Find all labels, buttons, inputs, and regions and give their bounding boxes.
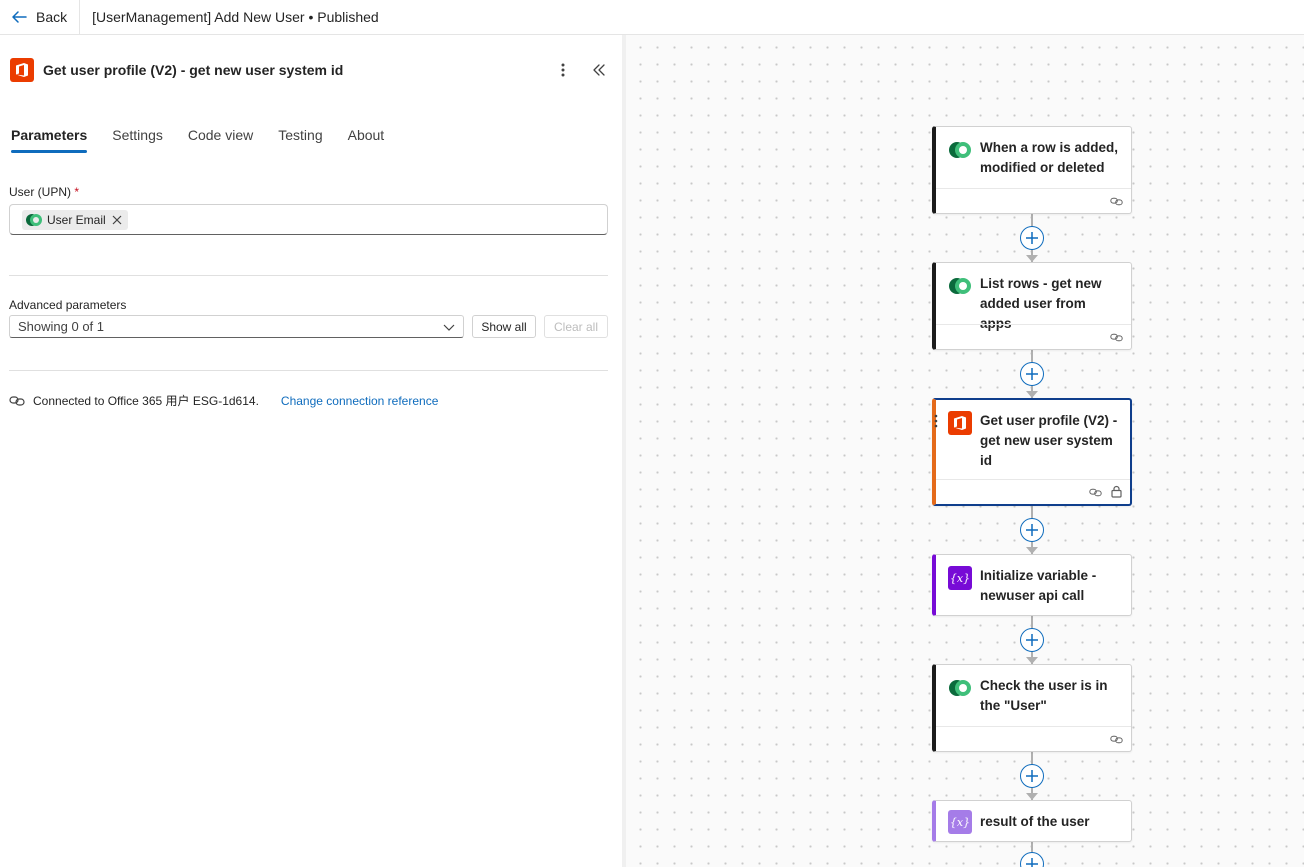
dataverse-icon (949, 680, 971, 696)
add-step-button[interactable] (1020, 628, 1044, 652)
user-upn-label: User (UPN) * (9, 185, 79, 199)
flow-node-result-of-user[interactable]: {x} result of the user (932, 800, 1132, 842)
advanced-parameters-dropdown[interactable]: Showing 0 of 1 (9, 315, 464, 338)
dataverse-icon (26, 213, 42, 226)
action-details-panel: Get user profile (V2) - get new user sys… (0, 35, 622, 867)
plus-icon (1026, 368, 1038, 380)
link-icon (9, 395, 25, 406)
arrow-head (1026, 657, 1038, 664)
change-connection-link[interactable]: Change connection reference (281, 394, 438, 408)
add-step-button[interactable] (1020, 226, 1044, 250)
link-icon (1089, 488, 1102, 497)
plus-icon (1026, 634, 1038, 646)
panel-header: Get user profile (V2) - get new user sys… (10, 57, 614, 83)
arrow-head (1026, 547, 1038, 554)
panel-title: Get user profile (V2) - get new user sys… (43, 62, 344, 78)
link-icon (1110, 735, 1123, 744)
add-step-button[interactable] (1020, 362, 1044, 386)
show-all-button[interactable]: Show all (472, 315, 536, 338)
node-footer (936, 188, 1131, 213)
node-footer (936, 726, 1131, 751)
node-title: result of the user (980, 814, 1090, 829)
flow-node-trigger[interactable]: When a row is added, modified or deleted (932, 126, 1132, 214)
flow-node-list-rows[interactable]: List rows - get new added user from apps (932, 262, 1132, 350)
add-step-button[interactable] (1020, 518, 1044, 542)
flow-node-check-user[interactable]: Check the user is in the "User" (932, 664, 1132, 752)
variable-icon: {x} (948, 566, 972, 590)
node-title: Initialize variable - newuser api call (980, 568, 1097, 603)
required-mark: * (74, 185, 80, 199)
tab-testing[interactable]: Testing (278, 127, 322, 153)
node-title: Check the user is in the "User" (980, 678, 1108, 713)
add-step-button[interactable] (1020, 764, 1044, 788)
dataverse-icon (949, 142, 971, 158)
link-icon (1110, 197, 1123, 206)
plus-icon (1026, 524, 1038, 536)
arrow-head (1026, 255, 1038, 262)
node-title: When a row is added, modified or deleted (980, 140, 1119, 175)
collapse-panel-button[interactable] (588, 59, 610, 81)
close-icon[interactable] (112, 215, 122, 225)
arrow-head (1026, 391, 1038, 398)
advanced-parameters-label: Advanced parameters (9, 298, 127, 312)
tab-code-view[interactable]: Code view (188, 127, 253, 153)
flow-node-initialize-variable[interactable]: {x} Initialize variable - newuser api ca… (932, 554, 1132, 616)
plus-icon (1026, 232, 1038, 244)
flow-node-get-user-profile[interactable]: Get user profile (V2) - get new user sys… (932, 398, 1132, 506)
office365-icon (948, 411, 972, 435)
more-vertical-icon (561, 63, 565, 77)
tab-parameters[interactable]: Parameters (11, 127, 88, 153)
advanced-parameters-value: Showing 0 of 1 (18, 319, 105, 334)
double-chevron-left-icon (593, 64, 605, 76)
connection-info: Connected to Office 365 用户 ESG-1d614. Ch… (9, 392, 438, 409)
back-button[interactable]: Back (0, 0, 81, 34)
office365-icon (10, 58, 34, 82)
divider (9, 370, 608, 371)
dynamic-content-token[interactable]: User Email (22, 209, 128, 230)
node-footer (936, 324, 1131, 349)
arrow-left-icon (12, 11, 27, 23)
connection-text: Connected to Office 365 用户 ESG-1d614. (33, 394, 259, 408)
node-title: Get user profile (V2) - get new user sys… (980, 413, 1118, 468)
link-icon (1110, 333, 1123, 342)
plus-icon (1026, 858, 1038, 867)
top-bar: Back [UserManagement] Add New User • Pub… (0, 0, 1304, 35)
variable-icon: {x} (948, 810, 972, 834)
back-label: Back (36, 9, 68, 25)
user-upn-label-text: User (UPN) (9, 185, 71, 199)
user-upn-input[interactable]: User Email (9, 204, 608, 235)
divider (9, 275, 608, 276)
plus-icon (1026, 770, 1038, 782)
arrow-head (1026, 793, 1038, 800)
chevron-down-icon (443, 324, 455, 331)
drag-handle-icon[interactable] (934, 414, 938, 428)
more-options-button[interactable] (552, 59, 574, 81)
token-label: User Email (47, 212, 106, 227)
panel-tabs: Parameters Settings Code view Testing Ab… (11, 127, 409, 153)
dataverse-icon (949, 278, 971, 294)
tab-settings[interactable]: Settings (112, 127, 163, 153)
clear-all-button[interactable]: Clear all (544, 315, 608, 338)
flow-title: [UserManagement] Add New User • Publishe… (92, 9, 379, 25)
tab-about[interactable]: About (348, 127, 385, 153)
lock-icon (1111, 485, 1122, 498)
node-footer (936, 479, 1130, 504)
